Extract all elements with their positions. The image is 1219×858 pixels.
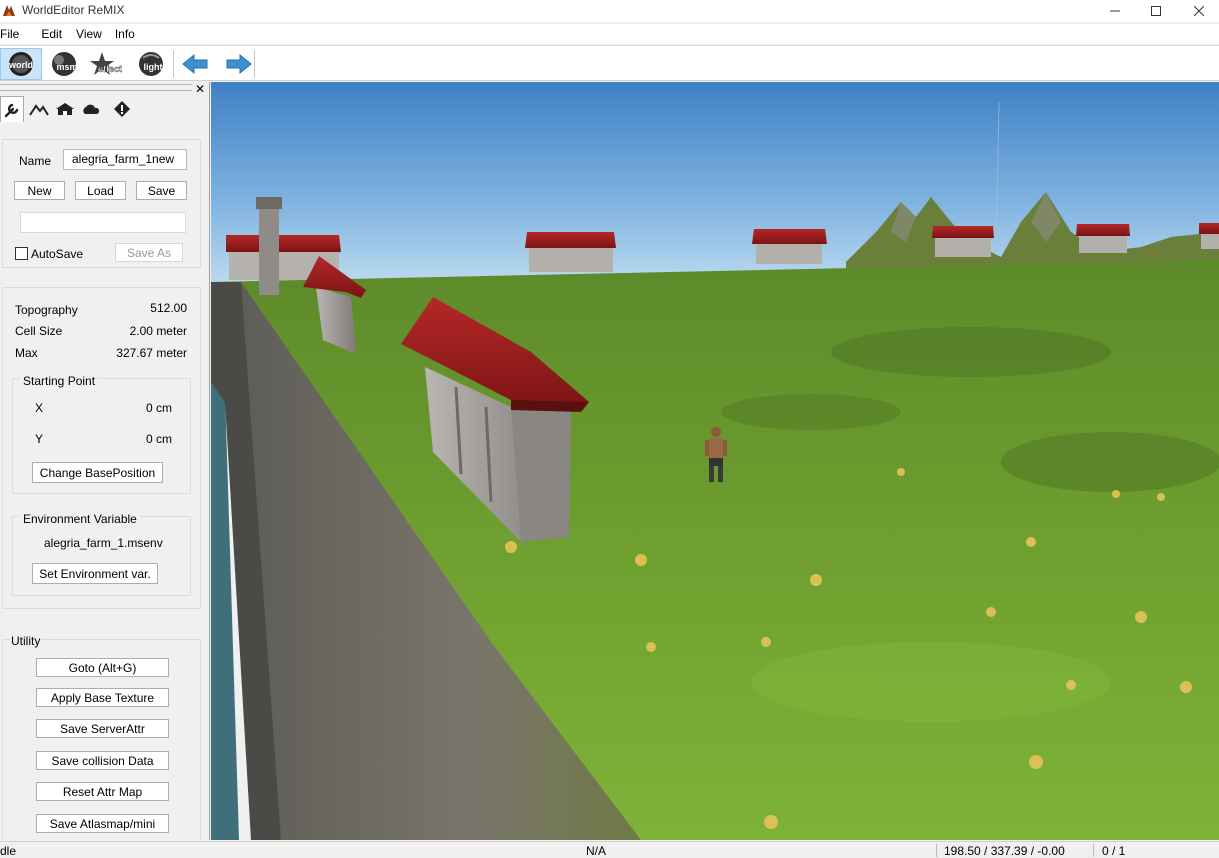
status-count: 0 / 1 bbox=[1102, 844, 1126, 858]
map-file-group: Name alegria_farm_1new New Load Save Aut… bbox=[2, 139, 201, 268]
close-icon bbox=[1194, 6, 1204, 16]
cellsize-value: 2.00 meter bbox=[129, 324, 187, 338]
effect-icon: effect bbox=[90, 52, 122, 75]
utility-title: Utility bbox=[10, 634, 42, 648]
load-button[interactable]: Load bbox=[75, 181, 126, 200]
status-separator bbox=[1093, 844, 1094, 857]
status-selection: N/A bbox=[586, 844, 607, 858]
msm-icon: msm bbox=[52, 52, 78, 76]
max-value: 327.67 meter bbox=[116, 346, 187, 360]
save-serverattr-button[interactable]: Save ServerAttr bbox=[36, 719, 169, 738]
minimize-icon bbox=[1110, 10, 1120, 12]
environment-title: Environment Variable bbox=[20, 512, 140, 526]
autosave-checkbox[interactable] bbox=[15, 247, 28, 260]
tab-events[interactable] bbox=[110, 96, 134, 122]
menu-edit[interactable]: Edit bbox=[28, 24, 62, 44]
environment-variable-group: Environment Variable alegria_farm_1.msen… bbox=[12, 512, 191, 596]
menu-bar: File Edit View Info bbox=[0, 24, 1219, 44]
topography-value: 512.00 bbox=[150, 301, 187, 315]
msm-button[interactable]: msm bbox=[43, 48, 85, 80]
maximize-icon bbox=[1151, 6, 1161, 16]
panel-close-icon[interactable]: ✕ bbox=[195, 82, 205, 96]
svg-text:light: light bbox=[144, 62, 163, 72]
tab-terrain[interactable] bbox=[27, 96, 51, 122]
effect-button[interactable]: effect bbox=[86, 48, 128, 80]
tab-settings[interactable] bbox=[0, 96, 24, 122]
menu-file[interactable]: File bbox=[0, 24, 28, 44]
name-field[interactable]: alegria_farm_1new bbox=[63, 149, 187, 170]
app-icon bbox=[3, 5, 15, 16]
autosave-label: AutoSave bbox=[31, 247, 84, 261]
window-title: WorldEditor ReMIX bbox=[22, 3, 125, 17]
status-bar: dle N/A 198.50 / 337.39 / -0.00 0 / 1 bbox=[0, 841, 1219, 858]
cellsize-label: Cell Size bbox=[15, 324, 63, 338]
status-separator bbox=[936, 844, 937, 857]
status-coordinates: 198.50 / 337.39 / -0.00 bbox=[944, 844, 1065, 858]
close-button[interactable] bbox=[1176, 0, 1219, 22]
arrow-right-icon bbox=[226, 53, 252, 75]
apply-base-texture-button[interactable]: Apply Base Texture bbox=[36, 688, 169, 707]
utility-group: Utility Goto (Alt+G) Apply Base Texture … bbox=[2, 634, 201, 840]
save-button[interactable]: Save bbox=[136, 181, 187, 200]
reset-attr-map-button[interactable]: Reset Attr Map bbox=[36, 782, 169, 801]
save-as-button[interactable]: Save As bbox=[115, 243, 183, 262]
tab-weather[interactable] bbox=[79, 96, 103, 122]
menu-info[interactable]: Info bbox=[102, 24, 135, 44]
world-icon: world bbox=[8, 52, 33, 76]
toolbar: world msm effect light bbox=[0, 45, 1219, 81]
set-environment-button[interactable]: Set Environment var. bbox=[32, 563, 158, 584]
y-value: 0 cm bbox=[145, 432, 172, 446]
svg-text:msm: msm bbox=[56, 62, 77, 72]
change-base-position-button[interactable]: Change BasePosition bbox=[32, 462, 163, 483]
save-atlasmap-button[interactable]: Save Atlasmap/mini bbox=[36, 814, 169, 833]
environment-value: alegria_farm_1.msenv bbox=[44, 536, 163, 550]
panel-tabs bbox=[0, 96, 210, 124]
light-button[interactable]: light bbox=[130, 48, 172, 80]
max-label: Max bbox=[15, 346, 38, 360]
y-label: Y bbox=[35, 432, 44, 446]
3d-viewport[interactable] bbox=[211, 82, 1219, 840]
scene-render bbox=[211, 82, 1219, 840]
path-field[interactable] bbox=[20, 212, 186, 233]
warning-diamond-icon bbox=[114, 101, 130, 117]
starting-point-group: Starting Point X 0 cm Y 0 cm Change Base… bbox=[12, 374, 191, 494]
svg-text:world: world bbox=[8, 60, 33, 70]
new-button[interactable]: New bbox=[14, 181, 65, 200]
starting-point-title: Starting Point bbox=[20, 374, 99, 388]
minimize-button[interactable] bbox=[1092, 0, 1138, 22]
building-icon bbox=[56, 103, 74, 115]
mountain-icon bbox=[29, 104, 49, 116]
back-button[interactable] bbox=[174, 48, 216, 80]
properties-panel: ✕ Name alegria_farm_1new New Load Save A… bbox=[0, 82, 210, 840]
light-icon: light bbox=[139, 52, 163, 76]
svg-text:effect: effect bbox=[98, 64, 122, 74]
menu-view[interactable]: View bbox=[62, 24, 102, 44]
world-button[interactable]: world bbox=[0, 48, 42, 80]
maximize-button[interactable] bbox=[1133, 0, 1179, 22]
tab-buildings[interactable] bbox=[53, 96, 77, 122]
toolbar-separator bbox=[254, 50, 255, 78]
map-info-group: Topography 512.00 Cell Size 2.00 meter M… bbox=[2, 287, 201, 609]
name-label: Name bbox=[19, 154, 52, 168]
x-label: X bbox=[35, 401, 44, 415]
wrench-icon bbox=[4, 103, 19, 117]
arrow-left-icon bbox=[182, 53, 208, 75]
x-value: 0 cm bbox=[145, 401, 172, 415]
topography-label: Topography bbox=[15, 303, 78, 317]
cloud-icon bbox=[83, 104, 100, 114]
save-collision-button[interactable]: Save collision Data bbox=[36, 751, 169, 770]
title-bar: WorldEditor ReMIX bbox=[0, 0, 1219, 22]
goto-button[interactable]: Goto (Alt+G) bbox=[36, 658, 169, 677]
panel-grip[interactable] bbox=[0, 84, 192, 91]
status-mode: dle bbox=[0, 844, 17, 858]
